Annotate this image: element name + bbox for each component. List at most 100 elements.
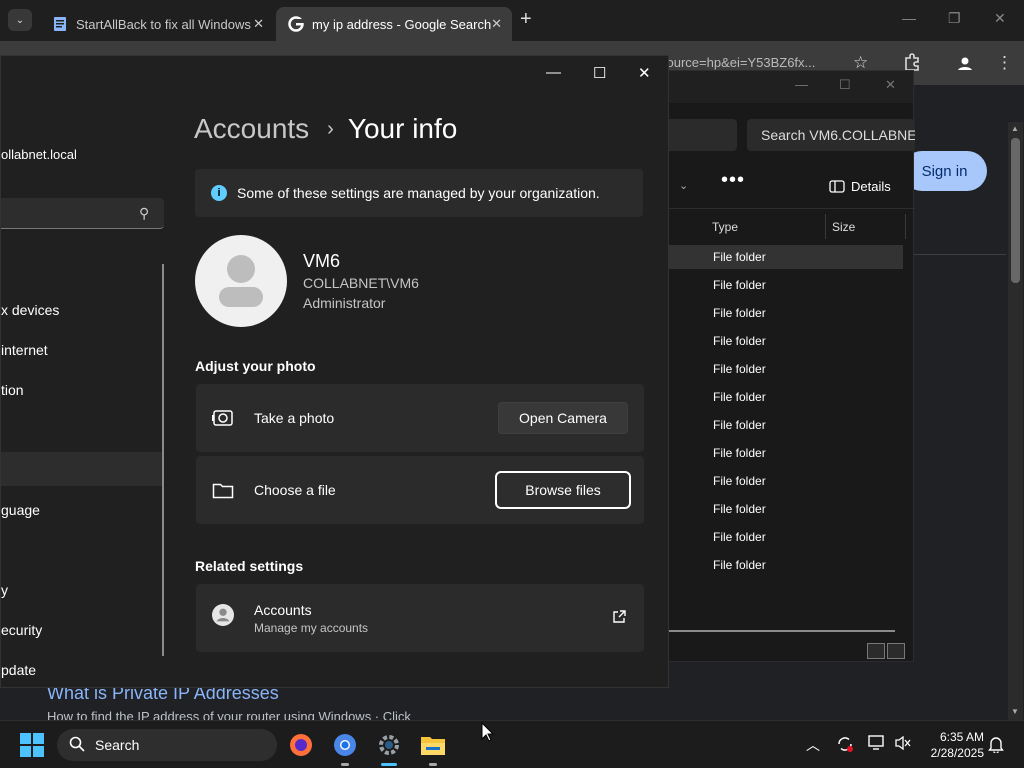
windows-start-icon[interactable] <box>20 733 44 757</box>
user-name: VM6 <box>303 251 341 271</box>
search-icon: ⚲ <box>139 205 150 221</box>
restore-icon[interactable]: ❐ <box>948 10 961 27</box>
view-toggle <box>867 643 905 659</box>
horizontal-scrollbar[interactable] <box>669 630 895 632</box>
network-icon[interactable] <box>868 735 886 754</box>
sidebar-item-update[interactable]: pdate <box>1 653 164 687</box>
scroll-up-icon[interactable]: ▲ <box>1011 124 1019 133</box>
accounts-link-title: Accounts <box>254 602 312 618</box>
file-row[interactable]: File folder <box>669 245 903 269</box>
settings-search-input[interactable]: ⚲ <box>1 198 164 229</box>
page-scrollbar[interactable]: ▲ ▼ <box>1008 122 1023 720</box>
taskbar-search[interactable]: Search <box>57 729 277 761</box>
related-settings-heading: Related settings <box>195 558 304 574</box>
info-message: Some of these settings are managed by yo… <box>237 185 600 201</box>
address-path[interactable] <box>669 119 737 151</box>
camera-icon <box>212 407 234 429</box>
file-row[interactable]: File folder <box>669 441 903 465</box>
sidebar-item-personalization[interactable]: tion <box>1 373 164 407</box>
mouse-cursor-icon <box>481 721 495 747</box>
choose-file-card: Choose a file Browse files <box>196 456 644 524</box>
breadcrumb: Accounts › Your info <box>194 113 457 145</box>
firefox-icon[interactable] <box>286 730 316 760</box>
file-explorer-window: — ☐ ✕ Search VM6.COLLABNET ⌄ ••• Details… <box>668 70 915 662</box>
more-menu-icon[interactable]: ⋮ <box>996 53 1013 73</box>
tab-search-dropdown[interactable]: ⌄ <box>8 9 32 31</box>
page-title: Your info <box>347 113 458 144</box>
chevron-down-icon: ⌄ <box>15 14 25 26</box>
settings-gear-icon[interactable] <box>374 730 404 766</box>
sidebar-item-language[interactable]: guage <box>1 493 164 527</box>
sidebar-item-security[interactable]: ecurity <box>1 613 164 647</box>
details-button[interactable]: Details <box>829 179 891 194</box>
tiles-view-icon[interactable] <box>887 643 905 659</box>
open-camera-button[interactable]: Open Camera <box>498 402 628 434</box>
new-tab-icon[interactable]: + <box>520 8 532 31</box>
column-header-size[interactable]: Size <box>826 214 906 239</box>
accounts-link-card[interactable]: Accounts Manage my accounts <box>196 584 644 652</box>
running-indicator <box>429 763 437 766</box>
chrome-tab-bar: ⌄ StartAllBack to fix all Windows ✕ my i… <box>0 0 1024 41</box>
minimize-icon[interactable]: — <box>902 10 916 26</box>
file-row[interactable]: File folder <box>669 413 903 437</box>
close-icon[interactable]: ✕ <box>638 64 651 82</box>
details-view-icon[interactable] <box>867 643 885 659</box>
sidebar-user-email: ollabnet.local <box>1 147 77 162</box>
details-pane-icon <box>829 180 845 193</box>
tab-google-search[interactable]: my ip address - Google Search ✕ <box>276 7 512 41</box>
google-favicon-icon <box>288 16 304 32</box>
file-row[interactable]: File folder <box>669 301 903 325</box>
file-row[interactable]: File folder <box>669 357 903 381</box>
maximize-icon[interactable]: ☐ <box>839 77 851 93</box>
maximize-icon[interactable]: ☐ <box>593 64 606 82</box>
file-row[interactable]: File folder <box>669 385 903 409</box>
file-row[interactable]: File folder <box>669 329 903 353</box>
file-explorer-icon[interactable] <box>418 730 448 766</box>
tab-title: my ip address - Google Search <box>312 16 492 32</box>
chevron-up-icon[interactable]: ︿ <box>806 735 820 755</box>
clock-date: 2/28/2025 <box>930 746 984 760</box>
sidebar-scrollbar[interactable] <box>162 264 164 656</box>
details-label: Details <box>851 179 891 194</box>
tab-title: StartAllBack to fix all Windows <box>76 16 251 32</box>
sidebar-item-privacy[interactable]: y <box>1 573 164 607</box>
file-row[interactable]: File folder <box>669 497 903 521</box>
scroll-down-icon[interactable]: ▼ <box>1011 707 1019 716</box>
close-icon[interactable]: ✕ <box>885 77 896 93</box>
notification-bell-icon[interactable] <box>988 735 1004 756</box>
managed-info-bar: i Some of these settings are managed by … <box>195 169 643 217</box>
info-icon: i <box>211 185 227 201</box>
breadcrumb-accounts[interactable]: Accounts <box>194 113 309 145</box>
running-indicator <box>341 763 349 766</box>
sidebar-item-accounts[interactable] <box>1 452 164 486</box>
sidebar-item-network[interactable]: internet <box>1 333 164 367</box>
file-row[interactable]: File folder <box>669 525 903 549</box>
browse-files-button[interactable]: Browse files <box>495 471 631 509</box>
column-header-type[interactable]: Type <box>706 214 826 239</box>
chrome-icon[interactable] <box>330 730 360 766</box>
sync-icon[interactable] <box>836 735 854 756</box>
accounts-link-subtitle: Manage my accounts <box>254 621 369 635</box>
file-row[interactable]: File folder <box>669 469 903 493</box>
minimize-icon[interactable]: — <box>546 64 561 81</box>
scrollbar-thumb[interactable] <box>1011 138 1020 283</box>
account-icon <box>212 604 234 626</box>
profile-icon[interactable] <box>954 53 976 80</box>
tab-startallback[interactable]: StartAllBack to fix all Windows ✕ <box>40 7 274 41</box>
file-row[interactable]: File folder <box>669 553 903 577</box>
system-clock[interactable]: 6:35 AM 2/28/2025 <box>918 729 984 761</box>
take-photo-card: Take a photo Open Camera <box>196 384 644 452</box>
close-icon[interactable]: ✕ <box>994 10 1006 27</box>
sidebar-item-devices[interactable]: x devices <box>1 293 164 327</box>
explorer-titlebar: — ☐ ✕ <box>669 71 913 103</box>
chevron-right-icon: › <box>327 117 334 140</box>
more-options-icon[interactable]: ••• <box>721 169 745 192</box>
file-row[interactable]: File folder <box>669 273 903 297</box>
close-tab-icon[interactable]: ✕ <box>491 16 502 32</box>
running-indicator <box>381 763 397 766</box>
explorer-search-input[interactable]: Search VM6.COLLABNET <box>747 119 915 151</box>
minimize-icon[interactable]: — <box>795 77 808 92</box>
close-tab-icon[interactable]: ✕ <box>253 16 264 32</box>
volume-muted-icon[interactable] <box>894 735 912 754</box>
chevron-down-icon[interactable]: ⌄ <box>679 179 688 192</box>
